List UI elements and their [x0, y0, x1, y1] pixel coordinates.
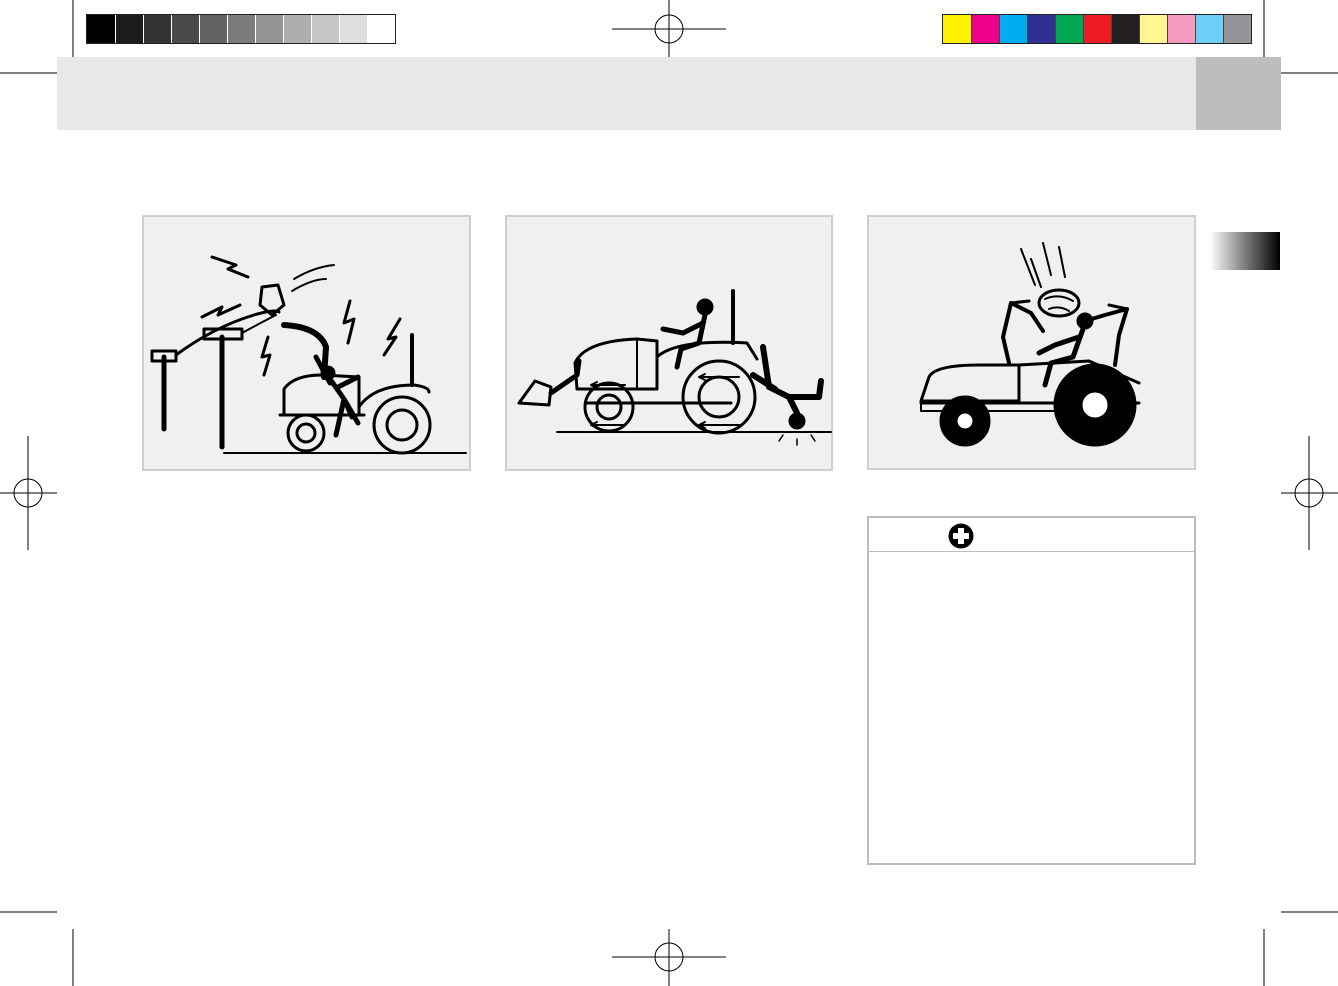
color-swatch: [1167, 15, 1195, 43]
grayscale-swatch: [199, 15, 227, 43]
grayscale-swatch: [255, 15, 283, 43]
color-swatch: [1139, 15, 1167, 43]
color-swatch: [1027, 15, 1055, 43]
header-band: [57, 57, 1196, 130]
grayscale-swatch: [87, 15, 115, 43]
color-swatch: [1083, 15, 1111, 43]
tractor-falling-object-rops-icon: [919, 242, 1141, 447]
color-swatch: [971, 15, 999, 43]
note-box-header: [869, 518, 1194, 552]
header-tab: [1196, 57, 1281, 130]
grayscale-swatch: [115, 15, 143, 43]
color-calibration-bar: [942, 14, 1252, 44]
color-swatch: [1055, 15, 1083, 43]
color-swatch: [999, 15, 1027, 43]
section-tab-gradient: [1210, 232, 1280, 270]
color-swatch: [1111, 15, 1139, 43]
grayscale-swatch: [227, 15, 255, 43]
grayscale-calibration-bar: [86, 14, 396, 44]
color-swatch: [1223, 15, 1251, 43]
grayscale-swatch: [339, 15, 367, 43]
grayscale-swatch: [367, 15, 395, 43]
tractor-loader-power-line-electrocution-icon: [150, 255, 467, 455]
first-aid-note-box: [867, 516, 1196, 865]
grayscale-swatch: [311, 15, 339, 43]
illustration-power-line-hazard: [142, 215, 471, 471]
tractor-runover-bystander-icon: [517, 289, 832, 446]
grayscale-swatch: [171, 15, 199, 43]
illustration-falling-object-hazard: [867, 215, 1196, 470]
grayscale-swatch: [283, 15, 311, 43]
illustration-runover-hazard: [505, 215, 833, 471]
color-swatch: [943, 15, 971, 43]
grayscale-swatch: [143, 15, 171, 43]
first-aid-cross-icon: [948, 523, 974, 549]
color-swatch: [1195, 15, 1223, 43]
